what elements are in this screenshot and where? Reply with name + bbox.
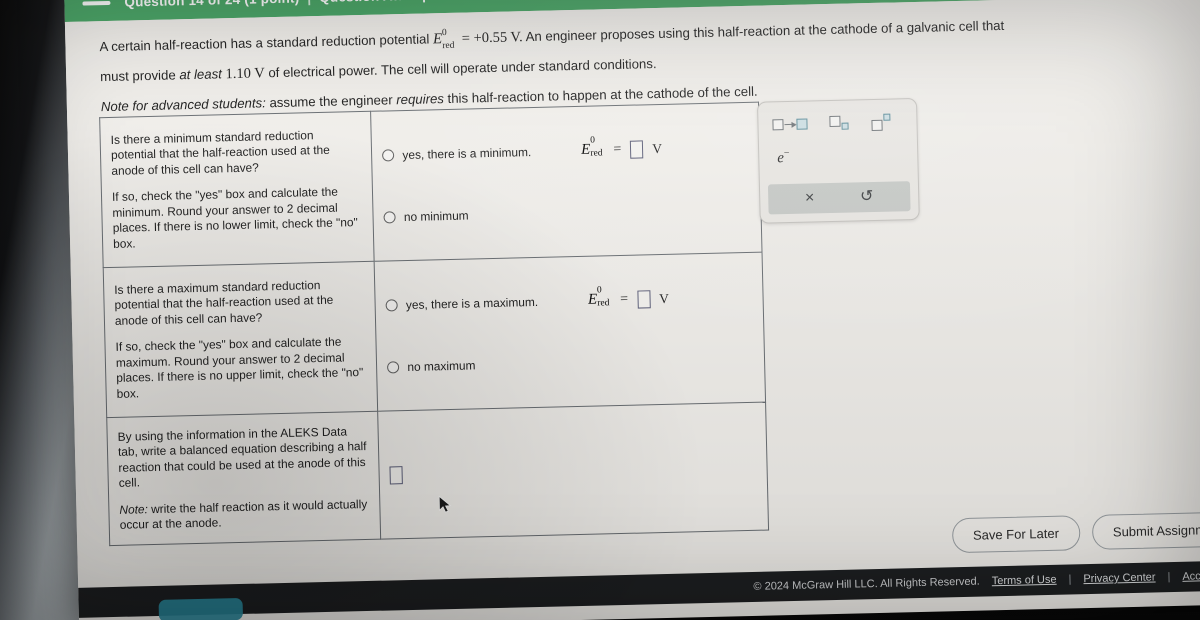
prompt-text-e: assume the engineer (265, 92, 397, 111)
question-eqn-note-label: Note: (119, 501, 148, 517)
question-cell-equation: By using the information in the ALEKS Da… (106, 411, 381, 547)
equation-editor-palette: e− × ↺ (756, 97, 920, 224)
question-text-maximum: Is there a maximum standard reduction po… (114, 277, 367, 402)
option-label-no-minimum: no minimum (403, 208, 469, 224)
question-cell-minimum: Is there a minimum standard reduction po… (99, 111, 375, 268)
question-eqn-part1: By using the information in the ALEKS Da… (117, 424, 367, 491)
palette-tool-row (758, 99, 917, 135)
prompt-emphasis-requires: requires (396, 91, 445, 108)
eq-max-sup: 0 (596, 285, 602, 296)
input-half-reaction[interactable] (389, 465, 404, 485)
answer-cell-equation (377, 402, 769, 540)
eq-min-symbol: E (581, 141, 591, 158)
prompt-text-b: An engineer proposes using this half-rea… (522, 17, 1005, 45)
prompt-text-c: must provide (100, 67, 180, 85)
radio-yes-maximum[interactable] (385, 298, 399, 312)
radio-no-maximum[interactable] (387, 360, 400, 373)
hamburger-icon[interactable] (82, 0, 111, 6)
e-red-symbol-min: E 0 red (581, 136, 603, 159)
table-row: Is there a minimum standard reduction po… (99, 102, 763, 268)
answer-cell-maximum: yes, there is a maximum. E 0 red = V no ma… (374, 252, 766, 412)
option-no-maximum[interactable]: no maximum (387, 327, 755, 398)
question-min-part1: Is there a minimum standard reduction po… (110, 128, 330, 178)
eq-min-sup: 0 (590, 135, 596, 146)
close-icon[interactable]: × (805, 189, 815, 206)
action-buttons: Save For Later Submit Assignment (951, 511, 1200, 554)
question-cell-maximum: Is there a maximum standard reduction po… (103, 261, 378, 418)
eq-min-equals: = (613, 141, 622, 157)
prompt-text-d: of electrical power. The cell will opera… (264, 56, 657, 81)
prompt-voltage-required: 1.10 V (221, 65, 265, 83)
question-text-equation: By using the information in the ALEKS Da… (118, 424, 371, 533)
answer-table: Is there a minimum standard reduction po… (99, 101, 770, 547)
eq-min-sub: red (590, 148, 603, 159)
electron-icon[interactable]: e− (759, 131, 918, 168)
eq-min-unit: V (652, 140, 663, 156)
option-yes-maximum[interactable]: yes, there is a maximum. E 0 red = V (385, 265, 753, 336)
option-yes-minimum[interactable]: yes, there is a minimum. E 0 red = V (382, 115, 750, 186)
e-symbol: E (432, 31, 443, 48)
question-attempt: Question Attempt: 1 of Unlimited (319, 0, 536, 4)
prompt-emphasis-atleast: at least (179, 66, 223, 83)
option-label-yes-maximum: yes, there is a maximum. (405, 294, 539, 312)
input-maximum-value[interactable] (636, 289, 651, 309)
table-row: By using the information in the ALEKS Da… (106, 402, 769, 547)
aleks-screen: Question 14 of 24 (1 point) | Question A… (64, 0, 1200, 620)
question-counter: Question 14 of 24 (1 point) (124, 0, 299, 9)
answer-cell-minimum: yes, there is a minimum. E 0 red = V no mi… (370, 102, 763, 262)
eq-max-unit: V (658, 290, 670, 306)
footer-separator-1: | (1068, 573, 1072, 586)
e-red-symbol-max: E 0 red (587, 285, 610, 309)
undo-icon[interactable]: ↺ (860, 188, 874, 205)
question-min-part2: If so, check the "yes" box and calculate… (111, 184, 358, 251)
screen-photo: Question 14 of 24 (1 point) | Question A… (0, 0, 1200, 620)
input-minimum-value[interactable] (630, 139, 644, 159)
question-max-part2: If so, check the "yes" box and calculate… (115, 334, 364, 401)
eq-max-symbol: E (587, 291, 598, 308)
radio-no-minimum[interactable] (383, 210, 397, 224)
save-for-later-button[interactable]: Save For Later (951, 515, 1081, 554)
e-red-symbol: E 0 red (432, 25, 455, 53)
option-no-minimum[interactable]: no minimum (383, 177, 751, 248)
option-label-no-maximum: no maximum (407, 357, 476, 374)
table-row: Is there a maximum standard reduction po… (103, 252, 766, 418)
copyright-text: © 2024 McGraw Hill LLC. All Rights Reser… (753, 575, 980, 593)
electron-charge: − (783, 147, 790, 160)
palette-action-bar: × ↺ (767, 181, 911, 215)
privacy-center-link[interactable]: Privacy Center (1083, 571, 1155, 585)
option-label-yes-minimum: yes, there is a minimum. (402, 144, 532, 162)
question-eqn-note-text: write the half reaction as it would actu… (119, 496, 368, 532)
subscript-icon[interactable] (829, 115, 849, 132)
bottom-left-chip[interactable] (158, 597, 244, 620)
question-max-part1: Is there a maximum standard reduction po… (114, 278, 334, 328)
footer-separator-2: | (1167, 571, 1171, 584)
equation-input-minimum: E 0 red = V (581, 136, 663, 159)
page-footer: © 2024 McGraw Hill LLC. All Rights Reser… (78, 560, 1200, 618)
prompt-potential-value: = +0.55 V. (457, 29, 523, 47)
radio-yes-minimum[interactable] (382, 148, 395, 162)
question-header-text: Question 14 of 24 (1 point) | Question A… (124, 0, 536, 9)
superscript-icon[interactable] (871, 113, 891, 132)
eq-max-sub: red (597, 298, 610, 309)
eq-max-equals: = (620, 291, 629, 307)
question-text-minimum: Is there a minimum standard reduction po… (111, 127, 364, 252)
header-separator: | (303, 0, 315, 5)
terms-of-use-link[interactable]: Terms of Use (992, 574, 1057, 588)
equation-input-maximum: E 0 red = V (587, 285, 670, 309)
question-page: A certain half-reaction has a standard r… (64, 0, 1200, 620)
e-subscript: red (442, 40, 455, 52)
prompt-note-label: Note for advanced students: (100, 95, 266, 115)
accessibility-link[interactable]: Accessibility (1182, 569, 1200, 582)
submit-assignment-button[interactable]: Submit Assignment (1091, 511, 1200, 550)
prompt-text-a: A certain half-reaction has a standard r… (99, 31, 434, 55)
reaction-arrow-icon[interactable] (772, 116, 808, 135)
